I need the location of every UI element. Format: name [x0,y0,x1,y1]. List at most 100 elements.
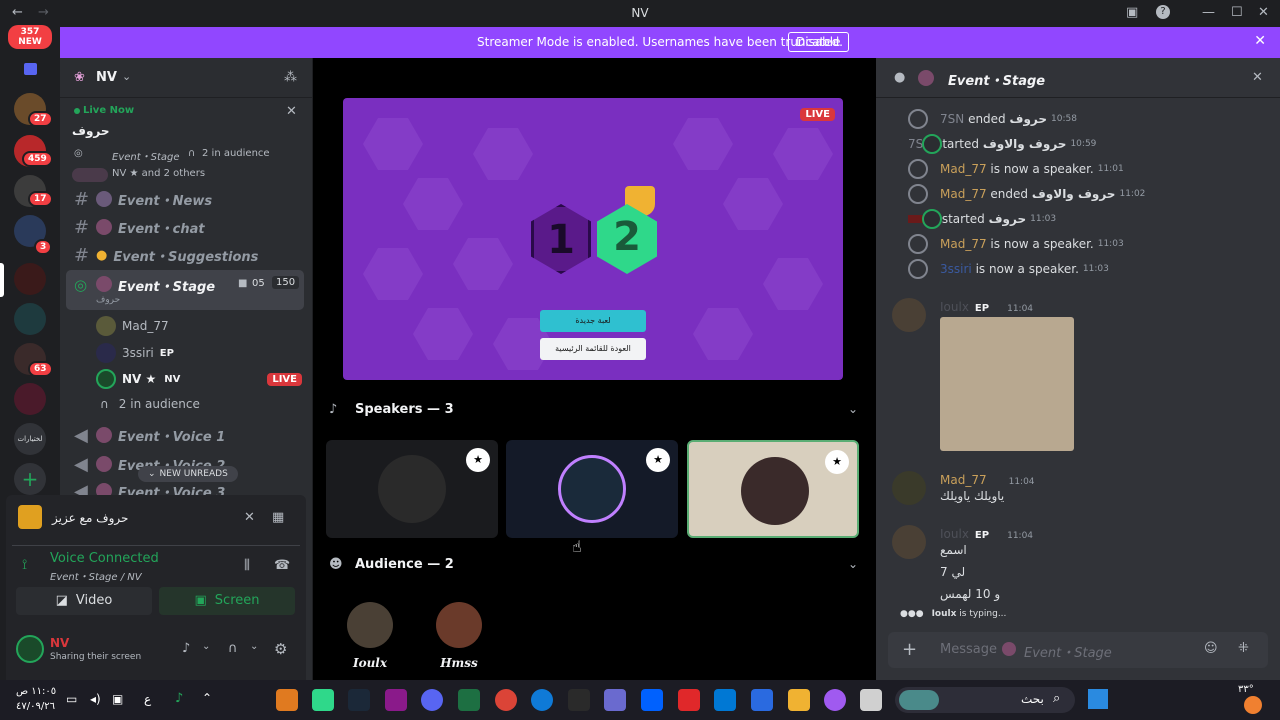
close-icon[interactable]: ✕ [286,104,297,119]
chevron-down-icon[interactable]: ⌄ [202,641,210,652]
volume-icon[interactable]: ◂) [90,692,101,706]
chevron-down-icon[interactable]: ⌄ [250,641,258,652]
user-name[interactable]: Mad_77 [940,473,987,487]
stage-member[interactable]: 3ssiri EP [96,343,174,363]
audience-row[interactable]: ∩ 2 in audience [100,397,200,411]
server-icon[interactable] [14,383,46,415]
copilot-icon[interactable] [824,689,846,711]
chevron-down-icon: ⌄ [122,70,132,83]
user-avatar[interactable] [16,635,44,663]
server-icon[interactable] [14,303,46,335]
server-icon-active[interactable] [14,263,46,295]
emoji-picker-icon[interactable]: ☺ [1204,641,1218,656]
message-input[interactable]: + Message Event・Stage ☺ ⁜ [888,632,1268,668]
steam-icon[interactable] [348,689,370,711]
inbox-icon[interactable]: ▣ [1126,5,1138,21]
help-icon[interactable]: ? [1156,5,1170,19]
maximize-icon[interactable]: ☐ [1231,5,1243,21]
channel-chat[interactable]: # Event・chat [74,217,205,238]
close-window-icon[interactable]: ✕ [1258,5,1269,21]
add-server-icon[interactable]: + [14,463,46,495]
speaker-tile[interactable]: ★ [506,440,678,538]
stage-member[interactable]: NV ★ NV LIVE [96,369,302,389]
user-name[interactable]: 3ssiri [940,262,972,276]
search-box[interactable]: بحث ⌕ [895,687,1075,713]
activity-menu-icon[interactable]: ▦ [272,510,284,525]
disconnect-icon[interactable]: ☎ [274,558,290,573]
channel-voice-1[interactable]: ◀ Event・Voice 1 [74,425,225,446]
folder-icon[interactable] [788,689,810,711]
user-name[interactable]: Ioulx [940,300,969,314]
close-icon[interactable]: ✕ [1252,70,1263,85]
channel-news[interactable]: # Event・News [74,189,212,210]
stream-video[interactable]: LIVE 1 2 لعبة جديدة العودة للقائمة الرئي… [343,98,843,380]
app-icon[interactable] [385,689,407,711]
server-text-icon[interactable]: لختيارات [14,423,46,455]
screen-button[interactable]: ▣ Screen [159,587,295,615]
minimize-icon[interactable]: — [1202,5,1215,21]
close-icon[interactable]: ✕ [1254,33,1266,49]
emoji-icon [96,276,112,292]
channel-stage-selected[interactable]: ◎ Event・Stage حروف ■ 05 150 [66,270,304,310]
avatar[interactable] [892,298,926,332]
user-name[interactable]: Mad_77 [940,187,987,201]
invite-icon[interactable]: ⁂ [284,70,297,85]
headphones-icon[interactable]: ∩ [228,641,238,656]
video-button[interactable]: ◪ Video [16,587,152,615]
weather-icon[interactable] [1244,696,1262,714]
audience-member[interactable]: Hmss [431,602,487,670]
live-now-card[interactable]: Live Now ✕ حروف ◎ Event・Stage ∩ 2 in aud… [60,98,312,192]
excel-icon[interactable] [458,689,480,711]
gear-icon[interactable]: ⚙ [274,640,287,658]
disable-button[interactable]: Disable [788,32,849,52]
folder-icon[interactable] [24,63,37,75]
edge-icon[interactable] [531,689,553,711]
clock-date[interactable]: ٤٧/٠٩/٢٦ [16,701,55,712]
apps-icon[interactable]: ⁜ [1238,641,1249,656]
new-unreads-pill[interactable]: ⌄ NEW UNREADS [138,466,238,482]
microphone-icon[interactable]: ♪ [175,691,183,706]
network-icon[interactable]: ▣ [112,692,123,706]
app-icon[interactable] [604,689,626,711]
app-icon[interactable] [312,689,334,711]
app-icon[interactable] [276,689,298,711]
stage-icon [922,134,942,154]
avatar[interactable] [892,471,926,505]
stage-member[interactable]: Mad_77 [96,316,169,336]
app-icon[interactable] [678,689,700,711]
app-icon[interactable] [860,689,882,711]
chrome-icon[interactable] [495,689,517,711]
microphone-icon[interactable]: ♪ [182,641,190,656]
gif-image[interactable] [940,317,1074,451]
dm-badge[interactable]: 357 NEW [8,25,52,49]
weather-temp[interactable]: ٣٣° [1238,684,1254,695]
add-attachment-icon[interactable]: + [902,639,917,660]
audience-member[interactable]: Ioulx [342,602,398,670]
epic-games-icon[interactable] [568,689,590,711]
emoji-icon [96,191,112,207]
outlook-icon[interactable] [714,689,736,711]
voice-channel[interactable]: Event・Stage / NV [50,568,142,583]
avatar[interactable] [892,525,926,559]
user-name[interactable]: Mad_77 [940,162,987,176]
action: ended [968,112,1006,126]
discord-icon[interactable] [421,689,443,711]
dropbox-icon[interactable] [641,689,663,711]
chevron-down-icon[interactable]: ⌄ [848,402,858,416]
noise-suppression-icon[interactable]: ⫼ [244,558,250,573]
chevron-down-icon[interactable]: ⌄ [848,557,858,571]
battery-icon[interactable]: ▭ [66,692,77,706]
close-activity-icon[interactable]: ✕ [244,510,255,525]
user-name[interactable]: 7SN [940,112,964,126]
channel-suggestions[interactable]: # ● Event・Suggestions [74,245,258,266]
speaker-tile[interactable]: ★ [326,440,498,538]
store-icon[interactable] [751,689,773,711]
language-indicator[interactable]: ع [144,692,151,706]
windows-start-icon[interactable] [1088,689,1108,709]
speaker-tile-speaking[interactable]: ★ [687,440,859,538]
avatar-stack [72,168,108,182]
chevron-up-icon[interactable]: ⌃ [202,691,212,705]
clock-time[interactable]: ١١:٠٥ ص [16,686,56,697]
user-name[interactable]: Mad_77 [940,237,987,251]
user-name[interactable]: Ioulx [940,527,969,541]
